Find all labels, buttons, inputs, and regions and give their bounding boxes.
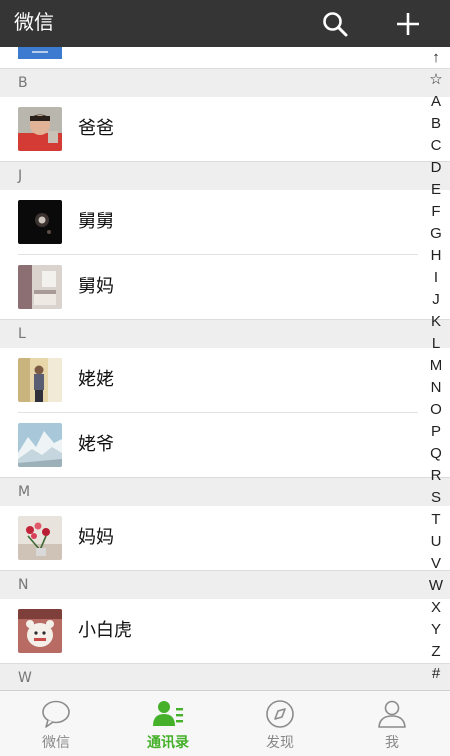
index-letter[interactable]: Y xyxy=(424,619,448,641)
title-bar: 微信 xyxy=(0,0,450,47)
index-letter[interactable]: K xyxy=(424,311,448,333)
index-letter[interactable]: D xyxy=(424,157,448,179)
contact-name: 小白虎 xyxy=(78,620,132,641)
bottom-tab-bar: 微信 通讯录 发现 我 xyxy=(0,690,450,756)
tab-discover[interactable]: 发现 xyxy=(224,691,336,756)
partial-avatar xyxy=(18,47,62,59)
alphabet-index[interactable]: ↑ ☆ A B C D E F G H I J K L M N O P Q R … xyxy=(424,47,448,690)
index-letter[interactable]: S xyxy=(424,487,448,509)
contact-name: 妈妈 xyxy=(78,527,114,548)
section-header-b: B xyxy=(0,68,450,97)
tab-label: 微信 xyxy=(42,735,70,751)
tab-contacts[interactable]: 通讯录 xyxy=(112,691,224,756)
person-icon xyxy=(376,699,408,729)
index-letter[interactable]: O xyxy=(424,399,448,421)
contact-row[interactable]: 爸爸 xyxy=(0,97,418,161)
avatar xyxy=(18,200,62,244)
section-header-w: W xyxy=(0,663,450,690)
contact-name: 爸爸 xyxy=(78,118,114,139)
contact-name: 舅妈 xyxy=(78,276,114,297)
index-letter[interactable]: Z xyxy=(424,641,448,663)
avatar xyxy=(18,609,62,653)
index-letter[interactable]: W xyxy=(424,575,448,597)
chat-bubble-icon xyxy=(40,699,72,729)
index-letter[interactable]: B xyxy=(424,113,448,135)
contact-name: 姥姥 xyxy=(78,369,114,390)
tab-chats[interactable]: 微信 xyxy=(0,691,112,756)
tab-label: 通讯录 xyxy=(147,735,189,751)
section-header-j: J xyxy=(0,161,450,190)
index-letter[interactable]: ☆ xyxy=(424,69,448,91)
avatar xyxy=(18,358,62,402)
contact-row[interactable]: 姥姥 xyxy=(0,348,418,412)
search-icon[interactable] xyxy=(318,0,352,47)
section-letter: W xyxy=(18,670,32,686)
index-letter[interactable]: U xyxy=(424,531,448,553)
tab-label: 发现 xyxy=(266,735,294,751)
compass-icon xyxy=(264,699,296,729)
avatar xyxy=(18,423,62,467)
app-title: 微信 xyxy=(14,10,54,34)
tab-me[interactable]: 我 xyxy=(336,691,448,756)
plus-icon[interactable] xyxy=(388,0,428,47)
contacts-icon xyxy=(152,699,184,729)
section-header-l: L xyxy=(0,319,450,348)
contact-name: 舅舅 xyxy=(78,211,114,232)
index-letter[interactable]: N xyxy=(424,377,448,399)
section-header-m: M xyxy=(0,477,450,506)
index-letter[interactable]: V xyxy=(424,553,448,575)
section-letter: J xyxy=(18,168,23,184)
index-letter[interactable]: F xyxy=(424,201,448,223)
index-letter[interactable]: # xyxy=(424,663,448,685)
avatar xyxy=(18,265,62,309)
index-letter[interactable]: L xyxy=(424,333,448,355)
contact-row[interactable]: 舅舅 xyxy=(0,190,418,254)
index-letter[interactable]: Q xyxy=(424,443,448,465)
index-letter[interactable]: G xyxy=(424,223,448,245)
index-letter[interactable]: E xyxy=(424,179,448,201)
contact-row[interactable]: 舅妈 xyxy=(0,255,418,319)
avatar xyxy=(18,107,62,151)
index-letter[interactable]: X xyxy=(424,597,448,619)
index-letter[interactable]: I xyxy=(424,267,448,289)
index-letter[interactable]: H xyxy=(424,245,448,267)
contact-list[interactable]: B 爸爸 J 舅舅 舅妈 L 姥姥 姥爷 M 妈妈 N 小白虎 W xyxy=(0,47,450,690)
index-letter[interactable]: C xyxy=(424,135,448,157)
section-letter: B xyxy=(18,75,28,91)
index-letter[interactable]: M xyxy=(424,355,448,377)
tab-label: 我 xyxy=(385,735,399,751)
index-letter[interactable]: T xyxy=(424,509,448,531)
index-letter[interactable]: A xyxy=(424,91,448,113)
contact-row[interactable]: 妈妈 xyxy=(0,506,418,570)
contact-row[interactable]: 姥爷 xyxy=(0,413,418,477)
index-letter[interactable]: J xyxy=(424,289,448,311)
avatar xyxy=(18,516,62,560)
index-letter[interactable]: P xyxy=(424,421,448,443)
section-letter: L xyxy=(18,326,26,342)
index-letter[interactable]: R xyxy=(424,465,448,487)
section-letter: M xyxy=(18,484,31,500)
contact-name: 姥爷 xyxy=(78,434,114,455)
contact-row[interactable]: 小白虎 xyxy=(0,599,418,663)
section-header-n: N xyxy=(0,570,450,599)
index-letter[interactable]: ↑ xyxy=(424,47,448,69)
section-letter: N xyxy=(18,577,29,593)
